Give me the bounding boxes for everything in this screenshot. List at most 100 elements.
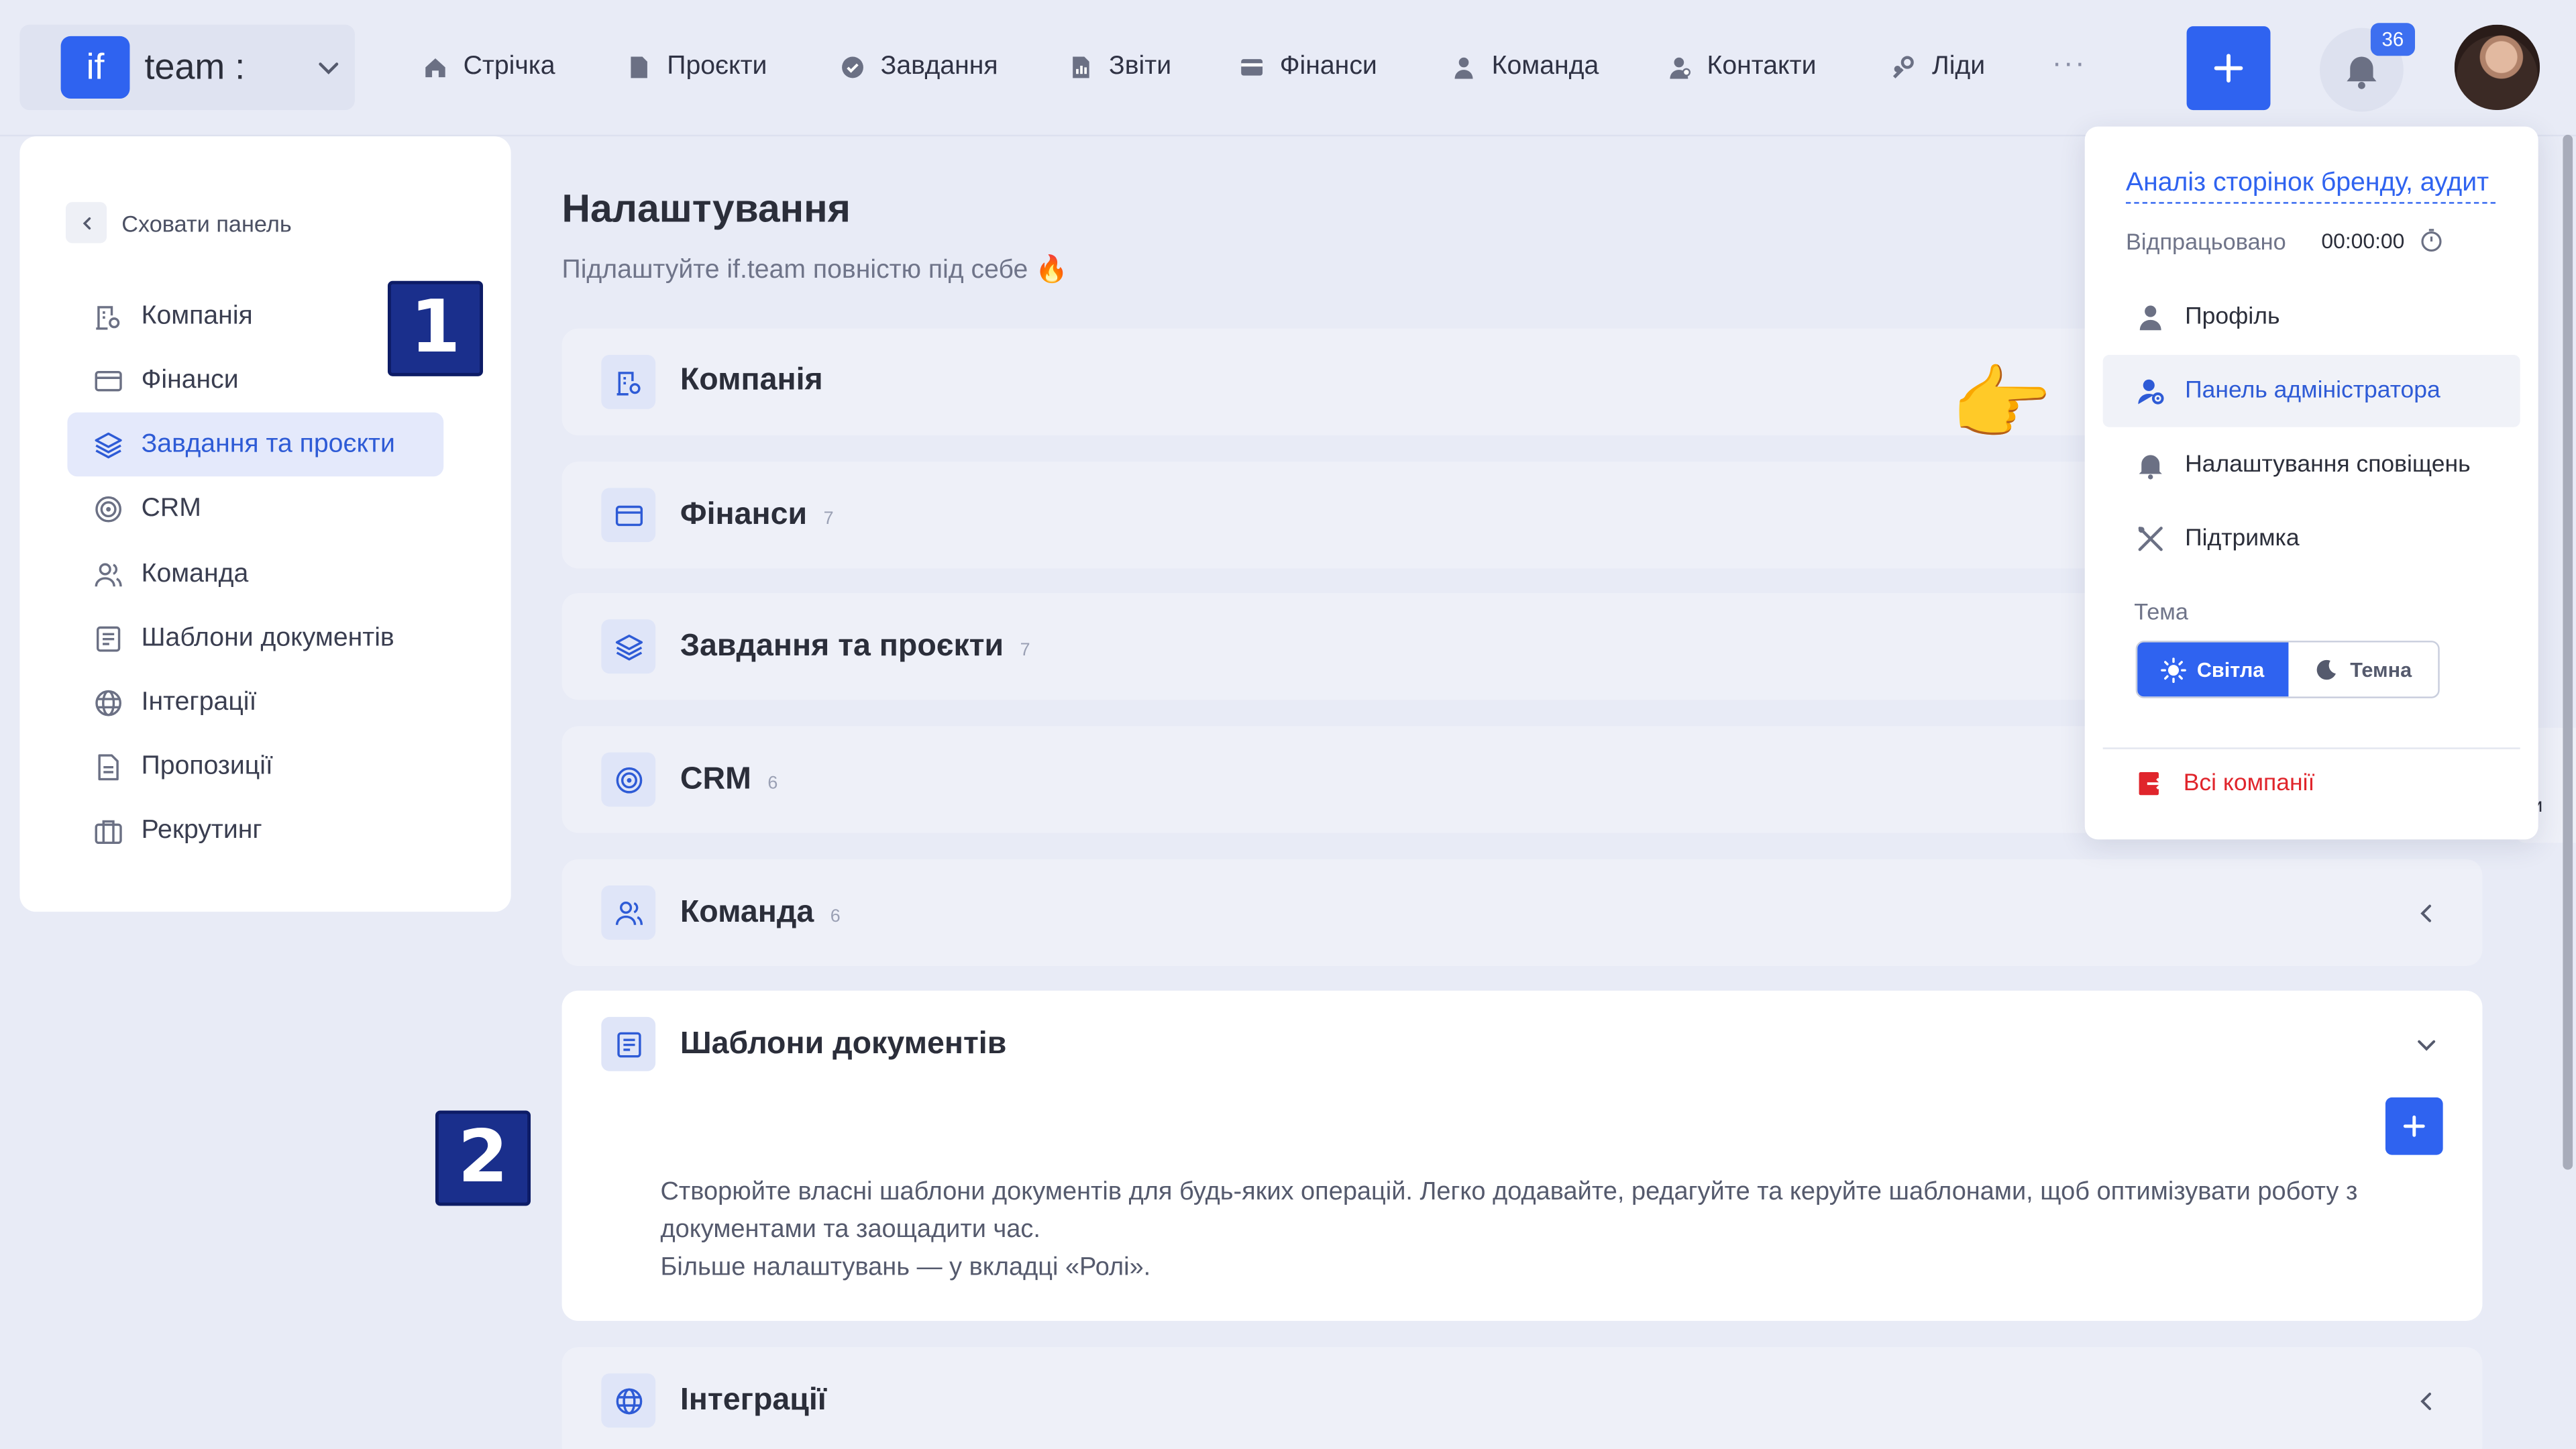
notifications-badge: 36 (2370, 23, 2416, 56)
target-icon (601, 752, 656, 807)
menu-divider (2102, 747, 2520, 749)
document-list-icon (97, 625, 121, 651)
contacts-icon (1670, 57, 1691, 79)
theme-light-label: Світла (2196, 657, 2265, 682)
sidebar-item-label: Завдання та проєкти (141, 429, 395, 458)
nav-tasks-label: Завдання (880, 52, 998, 81)
sidebar-item-label: CRM (141, 493, 201, 522)
section-title: Фінанси 7 (680, 498, 834, 533)
sidebar-item-doc-templates[interactable]: Шаблони документів (67, 606, 443, 671)
section-count: 6 (767, 773, 778, 794)
hide-panel-button[interactable]: Сховати панель (65, 202, 292, 244)
sidebar-item-label: Інтеграції (141, 687, 257, 716)
section-title: Команда 6 (680, 895, 841, 930)
sidebar-item-team[interactable]: Команда (67, 542, 443, 606)
section-title: Компанія (680, 363, 823, 398)
sidebar-item-integrations[interactable]: Інтеграції (67, 670, 443, 735)
section-doc-templates[interactable]: Шаблони документів Створюйте власні шабл… (561, 990, 2483, 1321)
nav-team[interactable]: Команда (1450, 49, 1599, 85)
section-team[interactable]: Команда 6 (561, 859, 2483, 967)
menu-item-support[interactable]: Підтримка (2103, 502, 2520, 575)
menu-item-profile[interactable]: Профіль (2103, 281, 2520, 354)
worked-label: Відпрацьовано (2125, 228, 2286, 255)
sidebar-item-tasks-projects[interactable]: Завдання та проєкти (67, 412, 444, 477)
chevron-left-icon (65, 202, 107, 244)
users-icon (95, 562, 122, 586)
section-title: Завдання та проєкти 7 (680, 629, 1030, 664)
building-gear-icon (96, 305, 120, 329)
theme-light-option[interactable]: Світла (2137, 642, 2288, 697)
chevron-left-icon[interactable] (2414, 1388, 2440, 1414)
annotation-marker-1: 1 (387, 280, 484, 376)
description-text: Створюйте власні шаблони документів для … (660, 1177, 2358, 1244)
all-companies-button[interactable]: Всі компанії (2136, 769, 2315, 798)
stopwatch-icon[interactable] (2418, 227, 2445, 253)
current-task-link[interactable]: Аналіз сторінок бренду, аудит (2125, 169, 2496, 204)
menu-item-notification-settings[interactable]: Налаштування сповіщень (2103, 429, 2520, 501)
quick-add-button[interactable] (2186, 26, 2271, 111)
nav-feed-label: Стрічка (463, 52, 555, 81)
app-stage: if team : Стрічка Проєкти Завдання Звіти… (0, 0, 2576, 1449)
add-template-button[interactable] (2385, 1097, 2443, 1155)
wallet-icon (1241, 59, 1263, 76)
chevron-left-icon[interactable] (2414, 900, 2440, 926)
section-integrations[interactable]: Інтеграції (561, 1347, 2483, 1449)
description-roles-note: Більше налаштувань — у вкладці «Ролі». (660, 1253, 1151, 1282)
all-companies-label: Всі компанії (2183, 770, 2315, 797)
worked-time: 00:00:00 (2321, 228, 2405, 254)
globe-icon (601, 1373, 656, 1428)
nav-contacts[interactable]: Контакти (1666, 49, 1816, 85)
exit-icon (2139, 772, 2164, 796)
user-avatar[interactable] (2454, 24, 2540, 111)
brand-logo: if (60, 36, 130, 99)
sidebar-item-label: Рекрутинг (141, 815, 262, 844)
user-menu-dropdown: Аналіз сторінок бренду, аудит Відпрацьов… (2084, 126, 2538, 840)
users-icon (601, 885, 656, 940)
section-count: 6 (830, 906, 841, 927)
section-description: Створюйте власні шаблони документів для … (660, 1173, 2434, 1287)
tools-icon (2138, 527, 2163, 551)
more-nav-button[interactable]: ··· (2052, 46, 2086, 80)
theme-label: Тема (2134, 598, 2188, 625)
sidebar-item-label: Компанія (141, 301, 253, 330)
bell-icon (2139, 455, 2162, 480)
company-switcher[interactable]: if team : (19, 24, 355, 111)
chevron-down-icon[interactable] (2414, 1032, 2440, 1058)
sidebar-item-label: Фінанси (141, 365, 239, 394)
check-circle-icon (842, 56, 863, 78)
nav-reports[interactable]: Звіти (1068, 49, 1171, 85)
plus-icon (2214, 54, 2243, 83)
brand-name: team : (144, 46, 246, 87)
report-icon (1073, 56, 1089, 78)
section-title: CRM 6 (680, 762, 778, 797)
sidebar-item-proposals[interactable]: Пропозиції (67, 735, 443, 799)
sidebar-item-recruiting[interactable]: Рекрутинг (67, 798, 443, 863)
nav-projects-label: Проєкти (667, 52, 767, 81)
building-gear-icon (601, 354, 656, 409)
page-subtitle: Підлаштуйте if.team повністю під себе 🔥 (561, 256, 1068, 284)
user-gear-icon (2138, 379, 2164, 405)
sidebar-item-label: Пропозиції (141, 751, 273, 780)
nav-finance[interactable]: Фінанси (1239, 49, 1377, 85)
nav-contacts-label: Контакти (1707, 52, 1817, 81)
sidebar-item-crm[interactable]: CRM (67, 476, 443, 541)
section-title: Шаблони документів (680, 1026, 1007, 1062)
theme-dark-option[interactable]: Темна (2288, 643, 2438, 697)
sun-icon (2161, 657, 2187, 682)
nav-tasks[interactable]: Завдання (839, 49, 998, 85)
nav-leads[interactable]: Ліди (1891, 49, 1985, 85)
theme-dark-label: Темна (2350, 657, 2412, 682)
nav-team-label: Команда (1491, 52, 1599, 81)
globe-icon (95, 689, 121, 716)
sidebar-item-label: Шаблони документів (141, 623, 394, 652)
menu-item-admin-panel[interactable]: Панель адміністратора (2102, 354, 2520, 427)
file-icon (631, 56, 647, 78)
nav-projects[interactable]: Проєкти (626, 49, 767, 85)
page-scrollbar[interactable] (2563, 134, 2573, 1170)
nav-feed[interactable]: Стрічка (422, 49, 555, 85)
user-icon (1454, 57, 1473, 79)
section-count: 7 (1020, 641, 1030, 661)
document-icon (98, 753, 119, 780)
chevron-down-icon (319, 62, 339, 74)
nav-leads-label: Ліди (1932, 52, 1986, 81)
